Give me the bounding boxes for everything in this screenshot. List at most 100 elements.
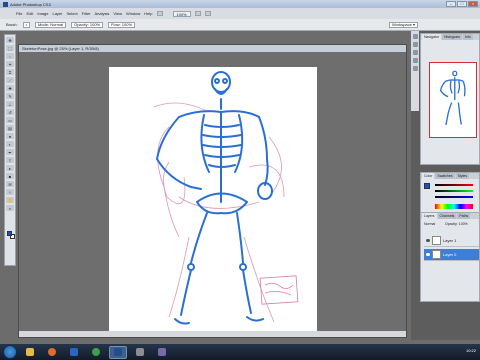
window-title: Adobe Photoshop CS3 (10, 1, 51, 7)
history-panel-icon[interactable] (412, 34, 418, 39)
foreground-color-swatch[interactable] (7, 231, 12, 236)
menu-edit[interactable]: Edit (26, 11, 33, 16)
taskbar-media[interactable] (43, 346, 61, 359)
media-icon (48, 348, 56, 356)
navigator-preview[interactable] (429, 62, 477, 138)
close-button[interactable]: × (468, 1, 478, 7)
menu-bar: File Edit Image Layer Select Filter Anal… (0, 8, 480, 19)
layer-row-selected[interactable]: Layer 0 (424, 249, 479, 261)
menu-analysis[interactable]: Analysis (95, 11, 110, 16)
windows-start-icon[interactable] (3, 345, 17, 359)
app-icon (136, 348, 144, 356)
dodge-tool-icon[interactable]: ◐ (6, 141, 14, 147)
menu-help[interactable]: Help (144, 11, 152, 16)
skeleton-sketch (153, 71, 299, 325)
history-brush-tool-icon[interactable]: ↺ (6, 109, 14, 115)
pen-tool-icon[interactable]: ✒ (6, 149, 14, 155)
tab-paths[interactable]: Paths (457, 213, 471, 219)
blue-slider[interactable] (435, 196, 473, 198)
tools-panel: ✥ ⬚ ◌ ✦ ⌗ ⟋ ✚ ✎ ⊥ ↺ ▭ ▤ ● ◐ ✒ T ▸ ■ ✉ ⟊ … (4, 34, 16, 266)
eye-icon[interactable] (426, 253, 430, 256)
menu-layer[interactable]: Layer (52, 11, 62, 16)
color-panel-foreground-swatch[interactable] (424, 183, 430, 189)
eyedropper-tool-icon[interactable]: ⟊ (6, 189, 14, 195)
eye-icon[interactable] (426, 239, 430, 242)
move-tool-icon[interactable]: ✥ (6, 37, 14, 43)
menu-select[interactable]: Select (67, 11, 78, 16)
brush-preset-picker[interactable]: • (22, 21, 30, 28)
clone-source-panel-icon[interactable] (412, 66, 418, 71)
red-slider[interactable] (435, 184, 473, 186)
opacity-field[interactable]: Opacity: 100% (71, 21, 104, 28)
color-panel: Color Swatches Styles (420, 172, 480, 214)
taskbar-app-6[interactable] (131, 346, 149, 359)
tab-color[interactable]: Color (422, 173, 435, 179)
lasso-tool-icon[interactable]: ◌ (6, 53, 14, 59)
workspace-select[interactable]: Workspace ▾ (388, 22, 418, 28)
zoom-tool-icon[interactable]: ⌕ (6, 205, 14, 211)
shape-tool-icon[interactable]: ■ (6, 173, 14, 179)
menu-file[interactable]: File (16, 11, 22, 16)
color-ramp[interactable] (435, 204, 473, 209)
bridge-button[interactable] (156, 11, 163, 16)
actions-panel-icon[interactable] (412, 42, 418, 47)
gradient-tool-icon[interactable]: ▤ (6, 125, 14, 131)
canvas[interactable] (109, 67, 317, 337)
hand-tool-button[interactable] (194, 11, 201, 16)
taskbar-browser[interactable] (87, 346, 105, 359)
crop-tool-icon[interactable]: ⌗ (6, 69, 14, 75)
window-controls: – □ × (446, 1, 478, 7)
app-icon (158, 348, 166, 356)
tab-channels[interactable]: Channels (437, 213, 457, 219)
clone-stamp-tool-icon[interactable]: ⊥ (6, 101, 14, 107)
menu-filter[interactable]: Filter (82, 11, 91, 16)
taskbar-photoshop[interactable] (109, 345, 127, 359)
layer-row[interactable]: Layer 1 (424, 235, 479, 247)
taskbar-app-7[interactable] (153, 346, 171, 359)
tool-presets-panel-icon[interactable] (412, 58, 418, 63)
layer-thumbnail (432, 250, 441, 259)
tab-histogram[interactable]: Histogram (441, 34, 462, 40)
tab-layers[interactable]: Layers (422, 213, 437, 219)
brushes-panel-icon[interactable] (412, 50, 418, 55)
maximize-button[interactable]: □ (457, 1, 467, 7)
tab-swatches[interactable]: Swatches (435, 173, 455, 179)
marquee-tool-icon[interactable]: ⬚ (6, 45, 14, 51)
menu-view[interactable]: View (113, 11, 122, 16)
tab-navigator[interactable]: Navigator (422, 34, 441, 40)
flow-field[interactable]: Flow: 100% (108, 21, 136, 28)
document-tab[interactable]: SkeletonPose.jpg @ 25% (Layer 1, RGB/8) (19, 45, 406, 52)
zoom-tool-button[interactable] (204, 11, 211, 16)
healing-brush-tool-icon[interactable]: ✚ (6, 85, 14, 91)
tab-styles[interactable]: Styles (455, 173, 470, 179)
layer-thumbnail (432, 236, 441, 245)
brush-label: Brush: (6, 22, 18, 27)
taskbar-word[interactable] (65, 346, 83, 359)
blend-mode-select[interactable]: Normal (424, 222, 435, 226)
type-tool-icon[interactable]: T (6, 157, 14, 163)
green-slider[interactable] (435, 190, 473, 192)
path-selection-tool-icon[interactable]: ▸ (6, 165, 14, 171)
browser-icon (92, 348, 100, 356)
explorer-icon (26, 348, 34, 356)
layer-name: Layer 0 (443, 252, 457, 257)
brush-tool-icon[interactable]: ✎ (6, 93, 14, 99)
photoshop-app: Adobe Photoshop CS3 – □ × File Edit Imag… (0, 0, 480, 360)
mode-select[interactable]: Mode: Normal (34, 21, 67, 28)
layer-opacity-field[interactable]: Opacity: 100% (445, 222, 468, 226)
minimize-button[interactable]: – (446, 1, 456, 7)
zoom-select[interactable]: 100% (172, 10, 191, 17)
menu-image[interactable]: Image (37, 11, 48, 16)
layers-tabs: Layers Channels Paths (421, 213, 479, 219)
hand-tool-icon[interactable]: ✋ (6, 197, 14, 203)
layer-name: Layer 1 (443, 238, 457, 243)
taskbar-clock[interactable]: 10:22 (466, 348, 476, 353)
tab-info[interactable]: Info (462, 34, 473, 40)
blur-tool-icon[interactable]: ● (6, 133, 14, 139)
notes-tool-icon[interactable]: ✉ (6, 181, 14, 187)
menu-window[interactable]: Window (126, 11, 140, 16)
magic-wand-tool-icon[interactable]: ✦ (6, 61, 14, 67)
taskbar-explorer[interactable] (21, 346, 39, 359)
slice-tool-icon[interactable]: ⟋ (6, 77, 14, 83)
eraser-tool-icon[interactable]: ▭ (6, 117, 14, 123)
